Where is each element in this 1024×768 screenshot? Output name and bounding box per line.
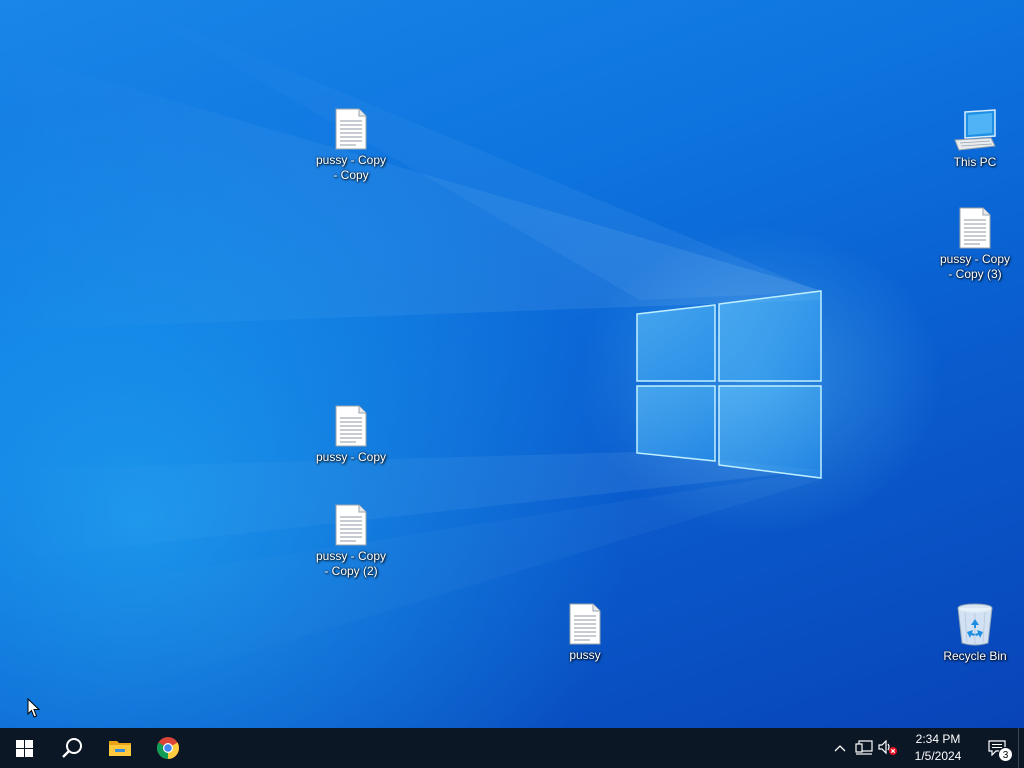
desktop-icon-label: This PC [953, 155, 997, 169]
desktop-icon-file[interactable]: pussy [545, 603, 625, 663]
text-file-icon [335, 108, 367, 150]
clock-time: 2:34 PM [915, 732, 961, 746]
desktop-icon-file-copy[interactable]: pussy - Copy [311, 405, 391, 465]
notification-count-badge: 3 [998, 747, 1013, 762]
desktop-icon-recycle-bin[interactable]: Recycle Bin [935, 602, 1015, 664]
taskbar: 2:34 PM 1/5/2024 3 [0, 728, 1024, 768]
windows-logo-icon [15, 739, 33, 757]
action-center-button[interactable]: 3 [976, 728, 1018, 768]
desktop-icon-this-pc[interactable]: This PC [935, 108, 1015, 170]
desktop-icon-label: Recycle Bin [943, 649, 1007, 663]
system-tray: 2:34 PM 1/5/2024 3 [828, 728, 1024, 768]
desktop[interactable]: pussy - Copy - Copy This PC pussy - Copy… [0, 0, 1024, 728]
clock[interactable]: 2:34 PM 1/5/2024 [900, 731, 976, 765]
desktop-icon-label: pussy [569, 648, 601, 662]
text-file-icon [335, 405, 367, 447]
chevron-up-icon [834, 745, 846, 752]
recycle-bin-icon [957, 603, 993, 646]
network-button[interactable] [852, 728, 876, 768]
chrome-icon [157, 737, 179, 759]
start-button[interactable] [0, 728, 48, 768]
desktop-icon-label: pussy - Copy - Copy (3) [939, 252, 1011, 281]
computer-icon [954, 109, 996, 151]
file-explorer-button[interactable] [96, 728, 144, 768]
speaker-muted-icon [878, 740, 897, 755]
wallpaper-logo [0, 0, 822, 728]
show-desktop-button[interactable] [1018, 728, 1024, 768]
search-icon [62, 738, 82, 758]
volume-button[interactable] [876, 728, 900, 768]
desktop-icon-file-copy-copy-2[interactable]: pussy - Copy - Copy (2) [311, 504, 391, 579]
desktop-icon-file-copy-copy-3[interactable]: pussy - Copy - Copy (3) [935, 207, 1015, 282]
desktop-icon-label: pussy - Copy [315, 450, 387, 464]
desktop-icon-file-copy-copy[interactable]: pussy - Copy - Copy [311, 108, 391, 183]
desktop-icon-label: pussy - Copy - Copy (2) [315, 549, 387, 578]
network-icon [855, 740, 873, 755]
mouse-cursor-icon [27, 698, 41, 718]
text-file-icon [569, 603, 601, 645]
text-file-icon [959, 207, 991, 249]
clock-date: 1/5/2024 [914, 749, 962, 763]
show-hidden-icons-button[interactable] [828, 728, 852, 768]
chrome-button[interactable] [144, 728, 192, 768]
folder-icon [109, 741, 131, 756]
search-button[interactable] [48, 728, 96, 768]
desktop-icon-label: pussy - Copy - Copy [315, 153, 387, 182]
text-file-icon [335, 504, 367, 546]
